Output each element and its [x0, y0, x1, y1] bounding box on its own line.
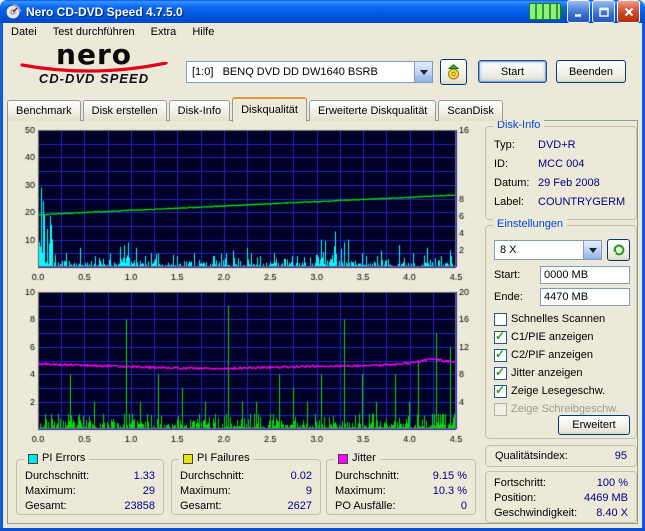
- speed-row: Geschwindigkeit: 8.40 X: [494, 507, 628, 519]
- pi-failures-stats-box: PI Failures Durchschnitt: 0.02 Maximum: 9 …: [171, 452, 321, 515]
- quality-index-box: Qualitätsindex: 95: [485, 445, 637, 467]
- jitter-stats-title: Jitter: [352, 452, 376, 464]
- tab-scandisk[interactable]: ScanDisk: [438, 100, 503, 121]
- menu-datei[interactable]: Datei: [3, 23, 45, 41]
- disk-label-row: Label: COUNTRYGERM: [494, 196, 626, 208]
- checkbox-box: [494, 402, 507, 416]
- stat-row: Gesamt: 2627: [180, 500, 312, 512]
- checkbox-box: [494, 312, 507, 326]
- quality-index-label: Qualitätsindex:: [495, 450, 568, 462]
- pi-errors-stats-title: PI Errors: [42, 452, 86, 464]
- tab-erweiterte-diskqualitaet[interactable]: Erweiterte Diskqualität: [308, 100, 437, 121]
- maximize-icon: [598, 7, 609, 17]
- speed-select-value: 8 X: [500, 244, 517, 256]
- dropdown-arrow-icon[interactable]: [414, 62, 432, 82]
- titlebar[interactable]: Nero CD-DVD Speed 4.7.5.0: [0, 0, 645, 23]
- position-row: Position: 4469 MB: [494, 492, 628, 504]
- tab-disk-info[interactable]: Disk-Info: [168, 100, 231, 121]
- pi-errors-legend-icon: [28, 453, 38, 464]
- menu-test-durchfuehren[interactable]: Test durchführen: [45, 23, 143, 41]
- tab-disk-erstellen[interactable]: Disk erstellen: [82, 100, 167, 121]
- quit-button[interactable]: Beenden: [556, 60, 626, 83]
- end-mb-input[interactable]: [540, 288, 630, 306]
- drive-select[interactable]: [1:0] BENQ DVD DD DW1640 BSRB: [186, 61, 433, 83]
- checkbox-box: [494, 329, 507, 344]
- nero-logo: nero CD-DVD SPEED: [8, 41, 180, 96]
- stat-row: PO Ausfälle: 0: [335, 500, 467, 512]
- progress-row: Fortschritt: 100 %: [494, 477, 628, 489]
- jitter-stats-box: Jitter Durchschnitt: 9.15 % Maximum: 10.3 …: [326, 452, 476, 515]
- stat-row: Maximum: 9: [180, 485, 312, 497]
- end-mb-label: Ende:: [494, 291, 523, 303]
- tab-diskqualitaet[interactable]: Diskqualität: [232, 97, 307, 122]
- close-icon: [624, 7, 633, 16]
- advanced-button[interactable]: Erweitert: [558, 415, 630, 435]
- menu-extra[interactable]: Extra: [143, 23, 185, 41]
- checkbox-c1-pie-anzeigen[interactable]: C1/PIE anzeigen: [494, 329, 632, 344]
- refresh-icon: [612, 244, 624, 256]
- app-icon: [5, 3, 21, 20]
- pi-failures-legend-icon: [183, 453, 193, 464]
- jitter-legend-icon: [338, 453, 348, 464]
- window-border-left: [0, 22, 3, 531]
- dropdown-arrow-icon[interactable]: [583, 241, 601, 259]
- checkbox-c2-pif-anzeigen[interactable]: C2/PIF anzeigen: [494, 347, 632, 362]
- stat-row: Maximum: 10.3 %: [335, 485, 467, 497]
- app-window: Nero CD-DVD Speed 4.7.5.0 Datei Test dur…: [0, 0, 645, 531]
- eject-button[interactable]: [440, 59, 467, 85]
- refresh-button[interactable]: [607, 239, 630, 261]
- drive-select-value: [1:0] BENQ DVD DD DW1640 BSRB: [192, 66, 378, 78]
- settings-title: Einstellungen: [493, 218, 568, 231]
- stat-row: Durchschnitt: 0.02: [180, 470, 312, 482]
- checkbox-box: [494, 383, 507, 398]
- disk-info-group: Disk-Info Typ: DVD+R ID: MCC 004 Datum: 29 …: [485, 119, 637, 220]
- diskqualitaet-pane: PI Errors Durchschnitt: 1.33 Maximum: 29 G…: [7, 119, 638, 524]
- maximize-button[interactable]: [592, 0, 615, 23]
- quality-index-value: 95: [614, 450, 627, 462]
- disk-type-row: Typ: DVD+R: [494, 139, 576, 151]
- stat-row: Durchschnitt: 1.33: [25, 470, 155, 482]
- disk-id-row: ID: MCC 004: [494, 158, 585, 170]
- menu-hilfe[interactable]: Hilfe: [184, 23, 222, 41]
- checkbox-zeige-schreibgeschw: Zeige Schreibgeschw.: [494, 402, 632, 416]
- stat-row: Gesamt: 23858: [25, 500, 155, 512]
- menubar: Datei Test durchführen Extra Hilfe: [3, 23, 642, 41]
- window-title: Nero CD-DVD Speed 4.7.5.0: [26, 4, 183, 19]
- start-button[interactable]: Start: [478, 60, 547, 83]
- eject-disc-icon: [447, 64, 460, 80]
- disk-date-row: Datum: 29 Feb 2008: [494, 177, 600, 189]
- checkbox-jitter-anzeigen[interactable]: Jitter anzeigen: [494, 365, 632, 380]
- tab-strip: Benchmark Disk erstellen Disk-Info Diskq…: [7, 97, 505, 122]
- close-button[interactable]: [617, 0, 640, 23]
- minimize-button[interactable]: [567, 0, 590, 23]
- start-mb-input[interactable]: [540, 266, 630, 284]
- start-mb-label: Start:: [494, 269, 521, 281]
- pi-errors-chart: [14, 125, 482, 283]
- checkbox-zeige-lesegeschw[interactable]: Zeige Lesegeschw.: [494, 383, 632, 398]
- settings-group: Einstellungen 8 X Start: Ende: Schnelles…: [485, 218, 637, 439]
- checkbox-box: [494, 347, 507, 362]
- progress-group: Fortschritt: 100 % Position: 4469 MB Gesch…: [485, 471, 637, 523]
- power-indicator-icon: [529, 3, 563, 20]
- speed-select[interactable]: 8 X: [494, 240, 602, 260]
- minimize-icon: [574, 13, 581, 17]
- pi-errors-stats-box: PI Errors Durchschnitt: 1.33 Maximum: 29 G…: [16, 452, 164, 515]
- stat-row: Maximum: 29: [25, 485, 155, 497]
- pi-failures-stats-title: PI Failures: [197, 452, 250, 464]
- tab-benchmark[interactable]: Benchmark: [7, 100, 81, 121]
- stat-row: Durchschnitt: 9.15 %: [335, 470, 467, 482]
- checkbox-schnelles-scannen[interactable]: Schnelles Scannen: [494, 312, 632, 326]
- checkbox-box: [494, 365, 507, 380]
- pi-failures-jitter-chart: [14, 287, 482, 445]
- nero-swoosh: [20, 62, 168, 73]
